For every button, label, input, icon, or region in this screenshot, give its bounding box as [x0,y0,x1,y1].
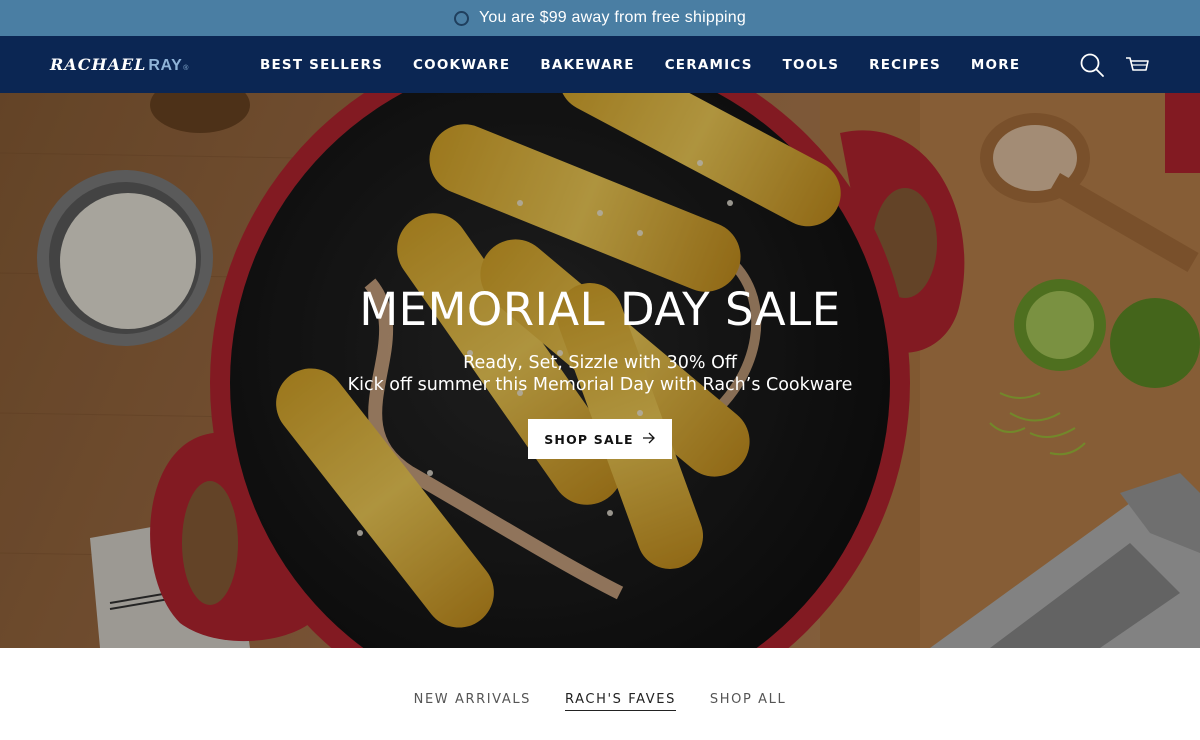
nav-tools[interactable]: TOOLS [783,57,840,73]
hero-subtitle-line2: Kick off summer this Memorial Day with R… [347,375,853,395]
hero-banner: MEMORIAL DAY SALE Ready, Set, Sizzle wit… [0,93,1200,648]
shop-sale-button[interactable]: SHOP SALE [528,419,672,459]
search-icon[interactable] [1079,52,1105,78]
tab-shop-all[interactable]: SHOP ALL [710,692,786,710]
logo-accent-text: RAY [148,57,183,74]
logo-main-text: RACHAEL [50,55,147,74]
main-nav: BEST SELLERS COOKWARE BAKEWARE CERAMICS … [260,36,1050,93]
nav-ceramics[interactable]: CERAMICS [665,57,753,73]
arrow-right-icon [642,430,656,448]
cart-icon[interactable] [1124,52,1150,78]
announcement-text: You are $99 away from free shipping [478,9,746,26]
circle-icon [453,10,469,26]
nav-bakeware[interactable]: BAKEWARE [540,57,634,73]
tab-rachs-faves[interactable]: RACH'S FAVES [565,692,676,711]
hero-subtitle-line1: Ready, Set, Sizzle with 30% Off [463,353,737,373]
nav-recipes[interactable]: RECIPES [869,57,941,73]
site-header: RACHAEL RAY ® BEST SELLERS COOKWARE BAKE… [0,36,1200,93]
nav-more[interactable]: MORE [971,57,1020,73]
logo-registered-mark: ® [183,65,189,72]
nav-best-sellers[interactable]: BEST SELLERS [260,57,383,73]
brand-logo[interactable]: RACHAEL RAY ® [50,55,188,75]
tab-new-arrivals[interactable]: NEW ARRIVALS [414,692,531,710]
hero-title: MEMORIAL DAY SALE [359,283,841,336]
announcement-bar: You are $99 away from free shipping [0,0,1200,36]
collection-tabs: NEW ARRIVALS RACH'S FAVES SHOP ALL [0,648,1200,740]
nav-cookware[interactable]: COOKWARE [413,57,510,73]
shop-sale-label: SHOP SALE [544,431,634,447]
